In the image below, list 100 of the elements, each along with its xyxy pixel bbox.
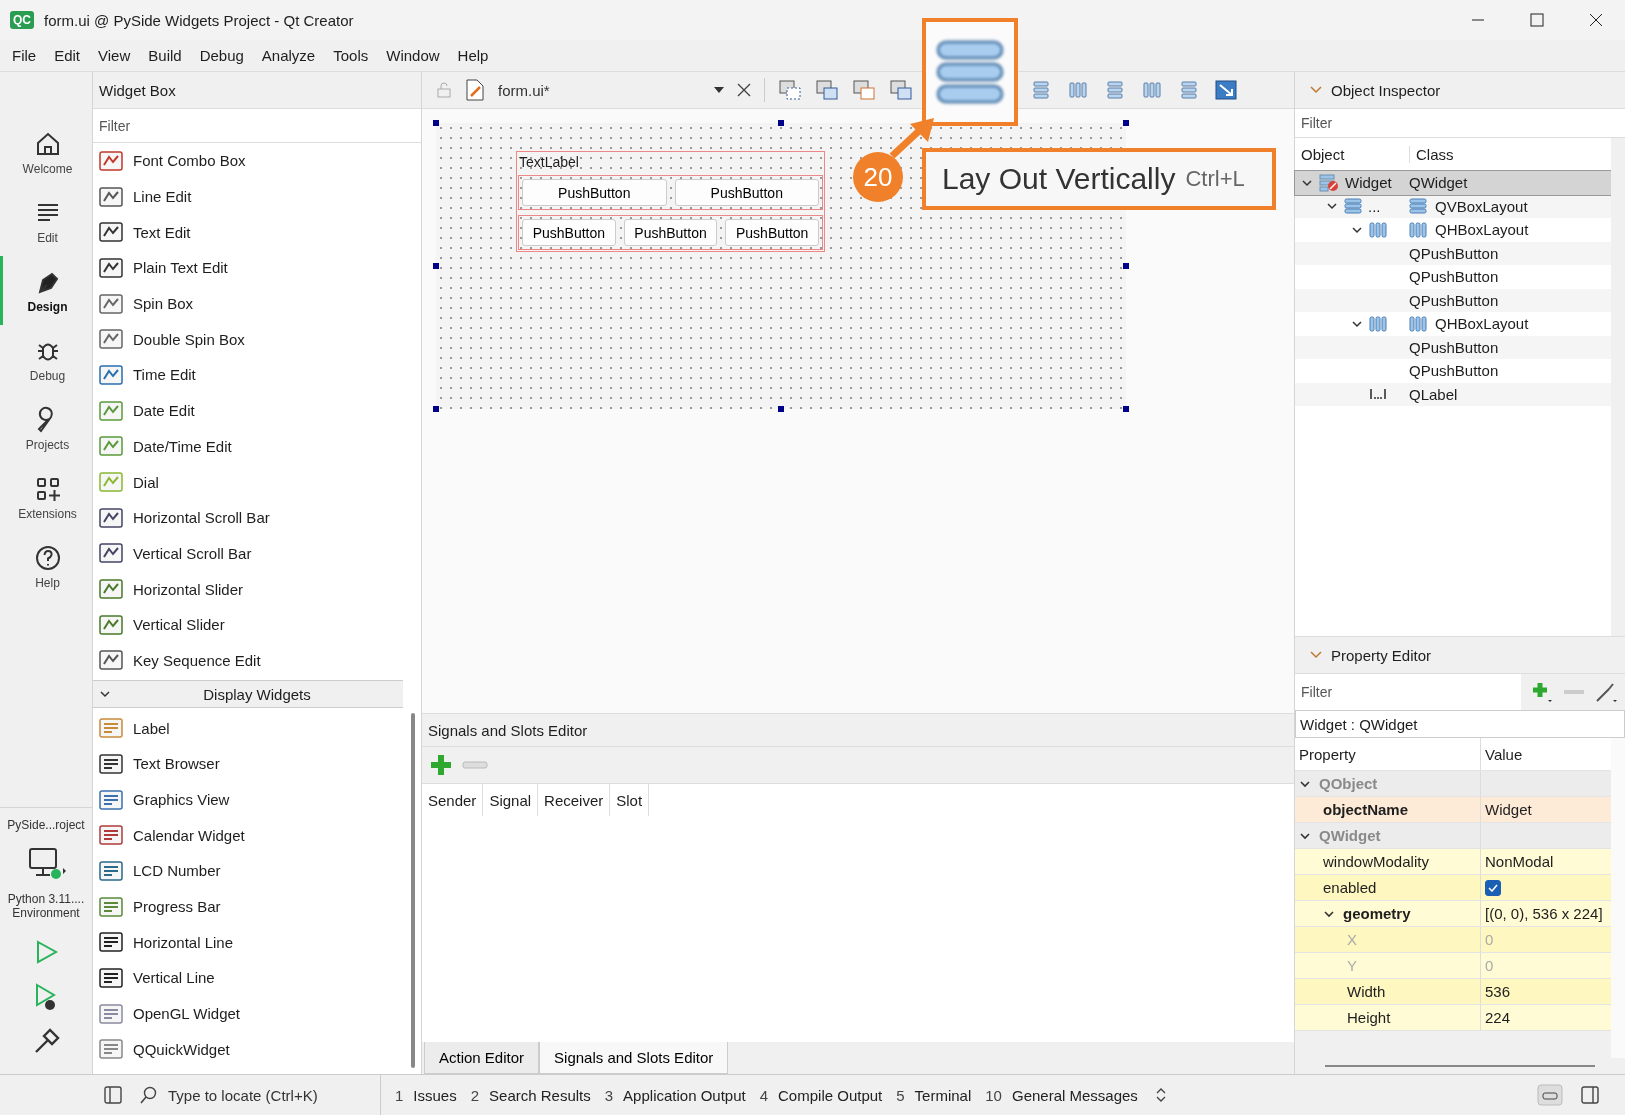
mode-button[interactable]: Welcome bbox=[0, 118, 92, 187]
tree-row[interactable]: QHBoxLayout bbox=[1295, 218, 1611, 242]
output-pane-button[interactable]: 10 General Messages bbox=[985, 1086, 1138, 1104]
widget-item[interactable]: Vertical Slider bbox=[93, 606, 403, 643]
widget-item[interactable]: Progress Bar bbox=[93, 888, 403, 925]
scrollbar[interactable] bbox=[1611, 738, 1625, 1058]
tree-row[interactable]: QHBoxLayout bbox=[1295, 312, 1611, 336]
resize-handle[interactable] bbox=[433, 120, 439, 126]
property-value[interactable]: NonModal bbox=[1485, 853, 1554, 870]
widget-item[interactable]: Graphics View bbox=[93, 781, 403, 818]
menu-item[interactable]: View bbox=[90, 47, 141, 64]
widget-item[interactable]: Double Spin Box bbox=[93, 321, 403, 358]
monitor-icon[interactable] bbox=[26, 846, 66, 882]
property-value[interactable]: Widget bbox=[1485, 801, 1532, 818]
scrollbar[interactable] bbox=[1611, 138, 1625, 636]
widget-item[interactable]: Font Combo Box bbox=[93, 143, 403, 179]
add-icon[interactable] bbox=[428, 752, 454, 778]
filter-field[interactable]: Filter bbox=[1295, 109, 1625, 137]
widget-item[interactable]: Vertical Scroll Bar bbox=[93, 535, 403, 572]
widget-item[interactable]: Key Sequence Edit bbox=[93, 642, 403, 679]
resize-handle[interactable] bbox=[1123, 263, 1129, 269]
output-pane-button[interactable]: 4 Compile Output bbox=[759, 1086, 883, 1104]
form-tool-icon[interactable] bbox=[778, 79, 802, 101]
editor-tab[interactable]: Signals and Slots Editor bbox=[539, 1042, 729, 1074]
widget-item[interactable]: Label bbox=[93, 710, 403, 746]
file-selector[interactable]: form.ui* bbox=[498, 81, 724, 99]
push-button[interactable]: PushButton bbox=[522, 179, 667, 206]
mode-button[interactable]: Edit bbox=[0, 187, 92, 256]
form-tool-icon[interactable] bbox=[852, 79, 876, 101]
output-pane-button[interactable]: 5 Terminal bbox=[896, 1086, 972, 1104]
push-button[interactable]: PushButton bbox=[522, 219, 616, 246]
menu-item[interactable]: Build bbox=[140, 47, 192, 64]
push-button[interactable]: PushButton bbox=[674, 179, 819, 206]
form-tool-icon[interactable] bbox=[889, 79, 913, 101]
form-tool-icon[interactable] bbox=[815, 79, 839, 101]
menu-item[interactable]: Edit bbox=[46, 47, 91, 64]
adjust-size-icon[interactable] bbox=[1214, 79, 1238, 101]
checkbox[interactable] bbox=[1485, 879, 1501, 896]
menu-item[interactable]: Help bbox=[449, 47, 499, 64]
output-pane-button[interactable]: 3 Application Output bbox=[604, 1086, 746, 1104]
up-down-icon[interactable] bbox=[1155, 1088, 1166, 1102]
mode-button[interactable]: Help bbox=[0, 532, 92, 601]
menu-item[interactable]: Tools bbox=[325, 47, 379, 64]
property-value[interactable]: [(0, 0), 536 x 224] bbox=[1485, 905, 1603, 922]
sidebar-toggle-icon[interactable] bbox=[104, 1086, 122, 1104]
output-pane-button[interactable]: 1 Issues bbox=[395, 1086, 457, 1104]
property-value[interactable]: 536 bbox=[1485, 983, 1511, 1000]
widget-item[interactable]: Line Edit bbox=[93, 178, 403, 215]
resize-handle[interactable] bbox=[1123, 406, 1129, 412]
resize-handle[interactable] bbox=[433, 263, 439, 269]
column-header[interactable]: Object bbox=[1295, 145, 1410, 163]
sidebar-toggle-icon[interactable] bbox=[1581, 1086, 1599, 1104]
widget-item[interactable]: Text Edit bbox=[93, 214, 403, 251]
tree-row[interactable]: QPushButton bbox=[1295, 241, 1611, 265]
menu-item[interactable]: Debug bbox=[191, 47, 254, 64]
editor-tab[interactable]: Action Editor bbox=[424, 1042, 540, 1074]
tree-row[interactable]: QPushButton bbox=[1295, 335, 1611, 359]
tree-row[interactable]: QPushButton bbox=[1295, 359, 1611, 383]
filter-field[interactable]: Filter bbox=[1295, 674, 1521, 710]
resize-handle[interactable] bbox=[433, 406, 439, 412]
tree-row[interactable]: QPushButton bbox=[1295, 288, 1611, 312]
widget-item[interactable]: Horizontal Slider bbox=[93, 571, 403, 607]
close-icon[interactable] bbox=[1589, 13, 1603, 27]
remove-icon[interactable] bbox=[462, 760, 488, 770]
add-icon[interactable] bbox=[1531, 681, 1553, 703]
menu-item[interactable]: Window bbox=[378, 47, 450, 64]
widget-item[interactable]: QQuickWidget bbox=[93, 1031, 403, 1068]
widget-item[interactable]: OpenGL Widget bbox=[93, 995, 403, 1032]
tree-row[interactable]: QLabel bbox=[1295, 382, 1611, 406]
widget-item[interactable]: Horizontal Line bbox=[93, 924, 403, 961]
column-header[interactable]: Value bbox=[1481, 738, 1611, 770]
column-header[interactable]: Class bbox=[1410, 145, 1454, 163]
widget-item[interactable]: Date/Time Edit bbox=[93, 428, 403, 465]
close-icon[interactable] bbox=[737, 83, 751, 97]
toggle-icon[interactable] bbox=[1537, 1084, 1563, 1106]
column-header[interactable]: Property bbox=[1295, 738, 1481, 770]
widget-item[interactable]: Time Edit bbox=[93, 357, 403, 393]
push-button[interactable]: PushButton bbox=[725, 219, 819, 246]
resize-handle[interactable] bbox=[778, 120, 784, 126]
scrollbar[interactable] bbox=[411, 713, 415, 1068]
widget-item[interactable]: Date Edit bbox=[93, 392, 403, 429]
mode-button[interactable]: Projects bbox=[0, 394, 92, 463]
widget-item[interactable]: Dial bbox=[93, 464, 403, 500]
scrollbar[interactable] bbox=[1325, 1065, 1595, 1067]
layout-tool-icon[interactable] bbox=[1140, 79, 1164, 101]
output-pane-button[interactable]: 2 Search Results bbox=[470, 1086, 591, 1104]
mode-button[interactable]: Extensions bbox=[0, 463, 92, 532]
locator-field[interactable]: Type to locate (Ctrl+K) bbox=[166, 1085, 370, 1105]
resize-handle[interactable] bbox=[778, 406, 784, 412]
widget-item[interactable]: Vertical Line bbox=[93, 960, 403, 996]
tree-row[interactable]: Widget QWidget bbox=[1295, 171, 1611, 195]
tree-row[interactable]: QPushButton bbox=[1295, 265, 1611, 289]
section-header[interactable]: Display Widgets bbox=[93, 680, 403, 709]
layout-tool-icon[interactable] bbox=[1066, 79, 1090, 101]
resize-handle[interactable] bbox=[1123, 120, 1129, 126]
property-value[interactable]: 224 bbox=[1485, 1009, 1511, 1026]
widget-item[interactable]: Plain Text Edit bbox=[93, 250, 403, 286]
widget-item[interactable]: Calendar Widget bbox=[93, 817, 403, 854]
menu-item[interactable]: File bbox=[4, 47, 47, 64]
widget-item[interactable]: Text Browser bbox=[93, 746, 403, 782]
